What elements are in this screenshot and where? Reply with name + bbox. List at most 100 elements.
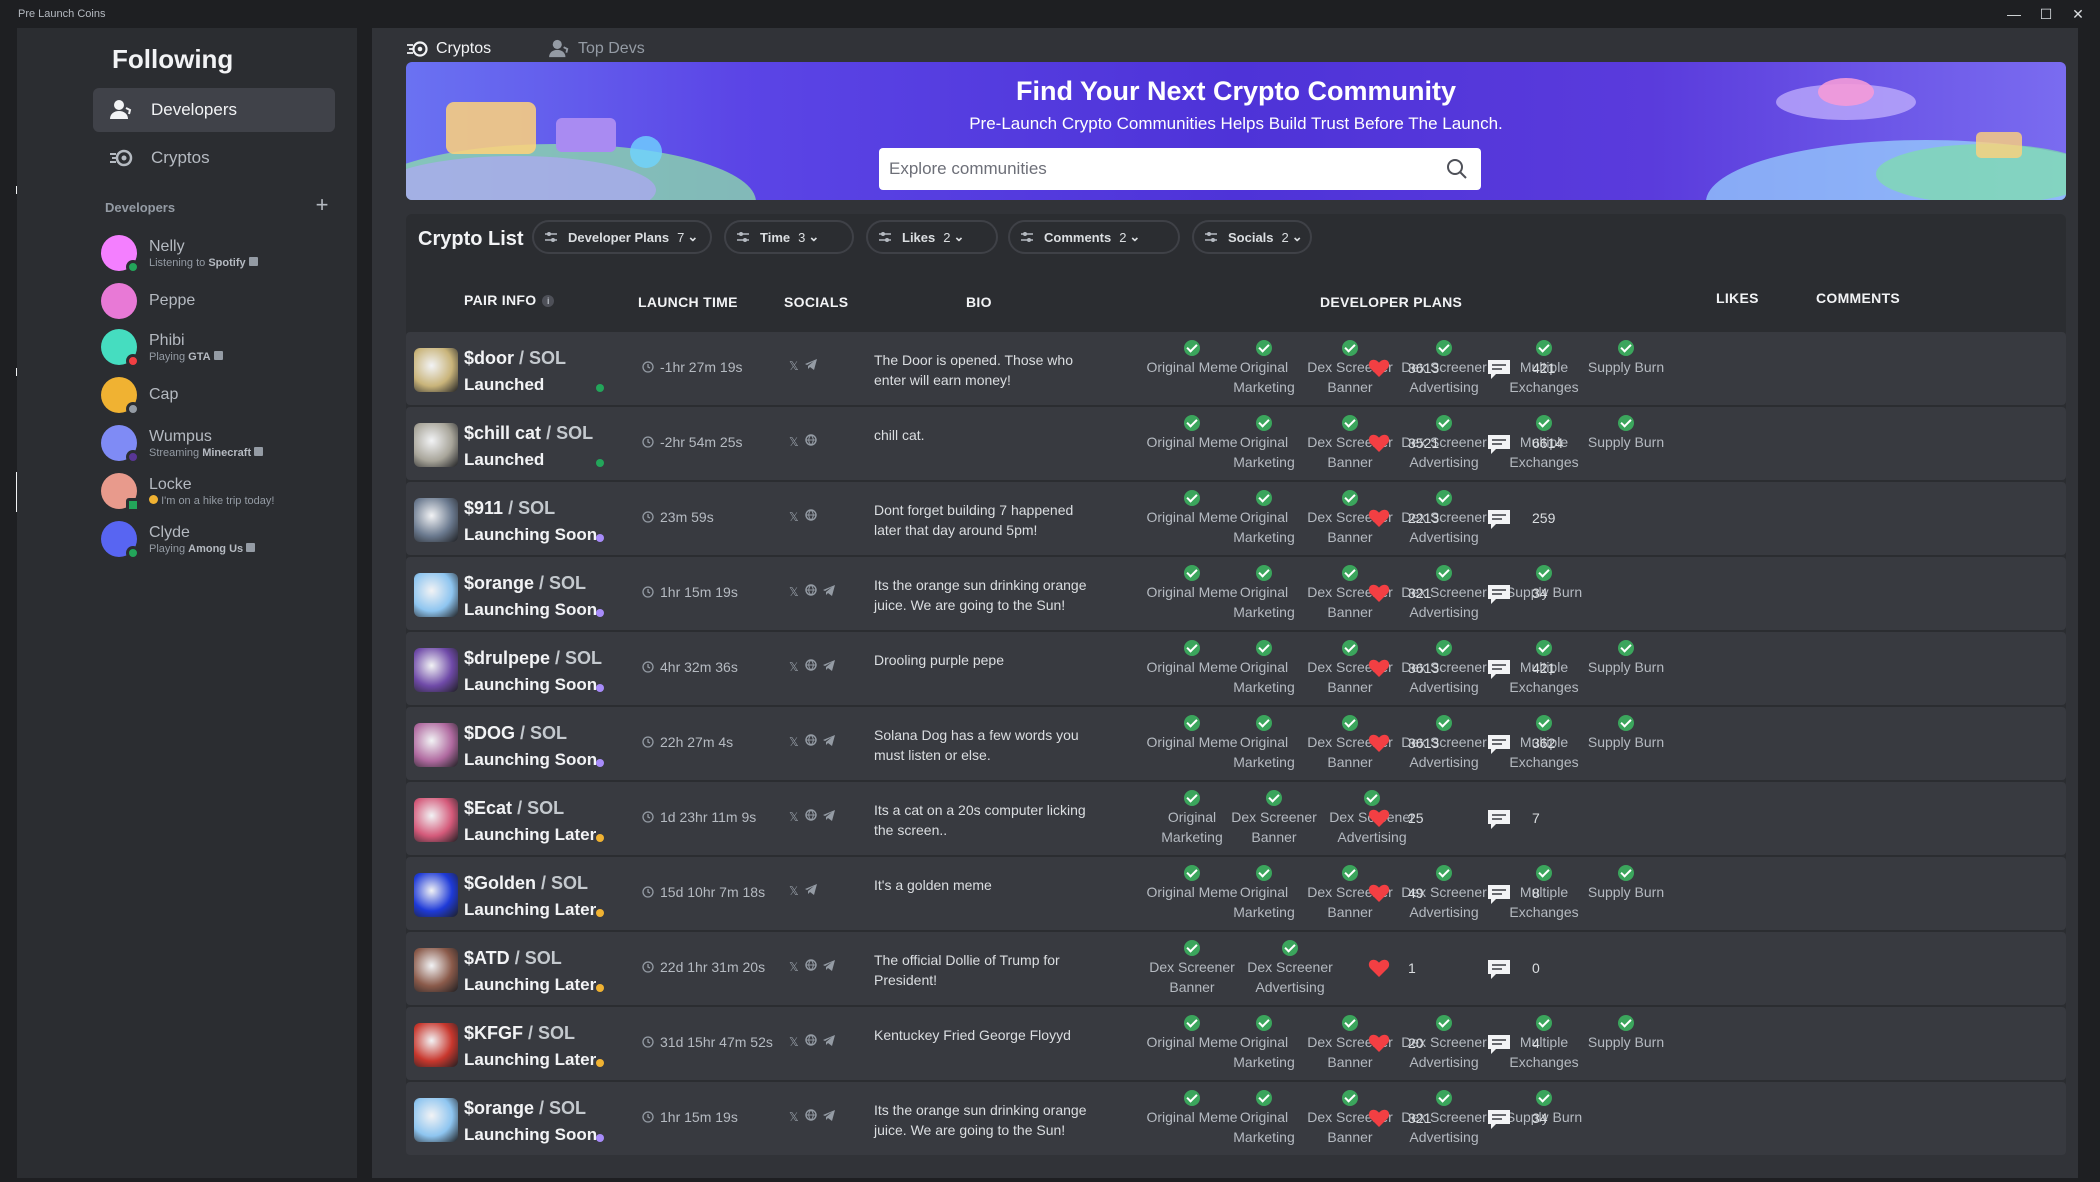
developer-item-clyde[interactable]: Clyde Playing Among Us <box>101 516 351 562</box>
table-row[interactable]: $door / SOL Launched -1hr 27m 19s 𝕏 The … <box>406 332 2066 405</box>
telegram-icon[interactable] <box>804 884 817 898</box>
comment-icon[interactable] <box>1486 1033 1512 1060</box>
column-header-likes[interactable]: LIKES <box>1716 290 1759 306</box>
heart-icon[interactable] <box>1368 358 1390 383</box>
heart-icon[interactable] <box>1368 958 1390 983</box>
heart-icon[interactable] <box>1368 583 1390 608</box>
heart-icon[interactable] <box>1368 658 1390 683</box>
table-row[interactable]: $KFGF / SOL Launching Later 31d 15hr 47m… <box>406 1007 2066 1080</box>
table-row[interactable]: $Golden / SOL Launching Later 15d 10hr 7… <box>406 857 2066 930</box>
column-header-pair-info[interactable]: PAIR INFO i <box>464 292 555 308</box>
x-icon[interactable]: 𝕏 <box>789 1035 799 1049</box>
nav-item-cryptos[interactable]: Cryptos <box>93 136 335 180</box>
telegram-icon[interactable] <box>822 1109 835 1124</box>
comment-icon[interactable] <box>1486 958 1512 985</box>
search-input[interactable] <box>889 148 1409 190</box>
telegram-icon[interactable] <box>804 359 817 373</box>
developer-item-phibi[interactable]: Phibi Playing GTA <box>101 324 351 370</box>
globe-icon[interactable] <box>804 1109 817 1124</box>
comment-icon[interactable] <box>1486 358 1512 385</box>
globe-icon[interactable] <box>804 959 817 974</box>
coin-pair[interactable]: $chill cat / SOL <box>464 423 593 444</box>
coin-pair[interactable]: $Ecat / SOL <box>464 798 564 819</box>
coin-pair[interactable]: $911 / SOL <box>464 498 555 519</box>
close-icon[interactable]: ✕ <box>2062 4 2094 24</box>
filter-socials[interactable]: Socials 2 ⌄ <box>1192 220 1312 254</box>
heart-icon[interactable] <box>1368 1033 1390 1058</box>
x-icon[interactable]: 𝕏 <box>789 510 799 524</box>
developer-item-wumpus[interactable]: Wumpus Streaming Minecraft <box>101 420 351 466</box>
globe-icon[interactable] <box>804 434 817 449</box>
comment-icon[interactable] <box>1486 733 1512 760</box>
table-row[interactable]: $drulpepe / SOL Launching Soon 4hr 32m 3… <box>406 632 2066 705</box>
telegram-icon[interactable] <box>822 659 835 674</box>
telegram-icon[interactable] <box>822 959 835 974</box>
comment-icon[interactable] <box>1486 583 1512 610</box>
search-icon[interactable] <box>1445 157 1469 186</box>
table-row[interactable]: $chill cat / SOL Launched -2hr 54m 25s 𝕏… <box>406 407 2066 480</box>
telegram-icon[interactable] <box>822 1034 835 1049</box>
heart-icon[interactable] <box>1368 808 1390 833</box>
table-row[interactable]: $orange / SOL Launching Soon 1hr 15m 19s… <box>406 557 2066 630</box>
developer-item-nelly[interactable]: Nelly Listening to Spotify <box>101 230 351 276</box>
comment-icon[interactable] <box>1486 658 1512 685</box>
filter-developer-plans[interactable]: Developer Plans 7 ⌄ <box>532 220 712 254</box>
x-icon[interactable]: 𝕏 <box>789 735 799 749</box>
table-row[interactable]: $DOG / SOL Launching Soon 22h 27m 4s 𝕏 S… <box>406 707 2066 780</box>
heart-icon[interactable] <box>1368 883 1390 908</box>
x-icon[interactable]: 𝕏 <box>789 435 799 449</box>
heart-icon[interactable] <box>1368 733 1390 758</box>
comment-icon[interactable] <box>1486 1108 1512 1135</box>
filter-comments[interactable]: Comments 2 ⌄ <box>1008 220 1180 254</box>
globe-icon[interactable] <box>804 509 817 524</box>
x-icon[interactable]: 𝕏 <box>789 810 799 824</box>
column-header-comments[interactable]: COMMENTS <box>1816 290 1900 306</box>
column-header-socials[interactable]: SOCIALS <box>784 294 848 310</box>
comment-icon[interactable] <box>1486 808 1512 835</box>
tab-cryptos[interactable]: Cryptos <box>406 34 491 64</box>
developer-item-peppe[interactable]: Peppe <box>101 278 351 324</box>
coin-pair[interactable]: $drulpepe / SOL <box>464 648 602 669</box>
x-icon[interactable]: 𝕏 <box>789 359 799 373</box>
filter-likes[interactable]: Likes 2 ⌄ <box>866 220 998 254</box>
telegram-icon[interactable] <box>822 584 835 599</box>
coin-pair[interactable]: $KFGF / SOL <box>464 1023 575 1044</box>
table-row[interactable]: $ATD / SOL Launching Later 22d 1hr 31m 2… <box>406 932 2066 1005</box>
globe-icon[interactable] <box>804 734 817 749</box>
developer-item-locke[interactable]: Locke I'm on a hike trip today! <box>101 468 351 514</box>
comment-icon[interactable] <box>1486 883 1512 910</box>
column-header-launch-time[interactable]: LAUNCH TIME <box>638 294 738 310</box>
column-header-developer-plans[interactable]: DEVELOPER PLANS <box>1320 294 1462 310</box>
comment-icon[interactable] <box>1486 508 1512 535</box>
coin-pair[interactable]: $orange / SOL <box>464 573 586 594</box>
minimize-icon[interactable]: — <box>1998 4 2030 24</box>
globe-icon[interactable] <box>804 1034 817 1049</box>
x-icon[interactable]: 𝕏 <box>789 585 799 599</box>
coin-pair[interactable]: $door / SOL <box>464 348 566 369</box>
table-row[interactable]: $orange / SOL Launching Soon 1hr 15m 19s… <box>406 1082 2066 1155</box>
telegram-icon[interactable] <box>822 734 835 749</box>
x-icon[interactable]: 𝕏 <box>789 1110 799 1124</box>
filter-time[interactable]: Time 3 ⌄ <box>724 220 854 254</box>
x-icon[interactable]: 𝕏 <box>789 660 799 674</box>
coin-pair[interactable]: $orange / SOL <box>464 1098 586 1119</box>
tab-top-devs[interactable]: Top Devs <box>548 34 645 64</box>
globe-icon[interactable] <box>804 659 817 674</box>
heart-icon[interactable] <box>1368 1108 1390 1133</box>
table-row[interactable]: $911 / SOL Launching Soon 23m 59s 𝕏 Dont… <box>406 482 2066 555</box>
globe-icon[interactable] <box>804 584 817 599</box>
column-header-bio[interactable]: BIO <box>966 294 992 310</box>
table-row[interactable]: $Ecat / SOL Launching Later 1d 23hr 11m … <box>406 782 2066 855</box>
globe-icon[interactable] <box>804 809 817 824</box>
developer-item-cap[interactable]: Cap <box>101 372 351 418</box>
add-developer-icon[interactable]: + <box>310 194 334 218</box>
coin-pair[interactable]: $DOG / SOL <box>464 723 567 744</box>
heart-icon[interactable] <box>1368 433 1390 458</box>
telegram-icon[interactable] <box>822 809 835 824</box>
heart-icon[interactable] <box>1368 508 1390 533</box>
x-icon[interactable]: 𝕏 <box>789 884 799 898</box>
nav-item-developers[interactable]: Developers <box>93 88 335 132</box>
coin-pair[interactable]: $Golden / SOL <box>464 873 588 894</box>
comment-icon[interactable] <box>1486 433 1512 460</box>
coin-pair[interactable]: $ATD / SOL <box>464 948 562 969</box>
